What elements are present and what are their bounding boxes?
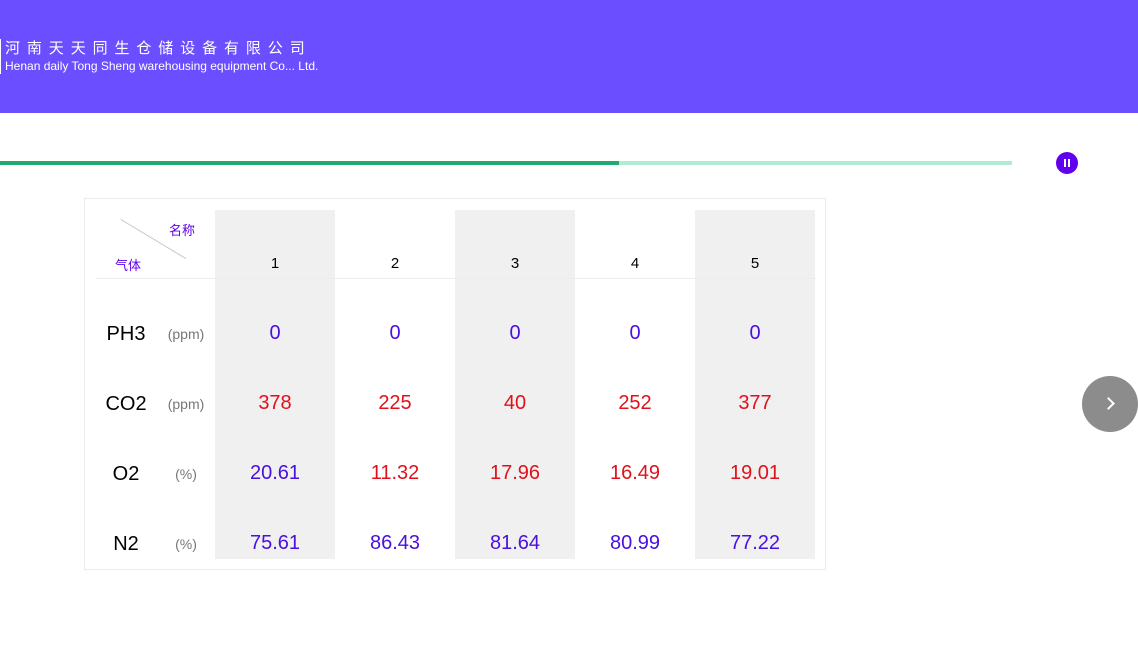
table-cell: 16.49 (609, 462, 661, 484)
column-header: 2 (390, 255, 400, 272)
table-cell: 19.01 (729, 462, 781, 484)
column-header: 1 (270, 255, 280, 272)
row-gas-unit: (%) (175, 466, 197, 482)
corner-gas-label: 气体 (115, 258, 142, 273)
carousel-progress-track (0, 161, 1012, 165)
row-gas-name: N2 (113, 533, 139, 555)
table-cell: 252 (618, 392, 652, 414)
table-cell: 86.43 (369, 532, 421, 554)
app-header: 河南天天同生仓储设备有限公司 Henan daily Tong Sheng wa… (0, 0, 1138, 113)
table-cell: 75.61 (249, 532, 301, 554)
column-header: 3 (510, 255, 520, 272)
carousel-progress-fill (0, 161, 620, 165)
table-cell: 40 (503, 392, 527, 414)
column-header: 4 (630, 255, 640, 272)
row-gas-unit: (ppm) (167, 326, 205, 342)
row-gas-name: O2 (112, 463, 140, 485)
table-cell: 11.32 (370, 462, 420, 484)
gas-table-card: 名称 气体 1 2 3 4 5 PH3 (ppm) 0 0 0 0 0 CO2 … (84, 198, 826, 570)
table-cell: 81.64 (489, 532, 541, 554)
corner-name-label: 名称 (169, 223, 196, 238)
table-cell: 0 (389, 322, 401, 344)
column-header: 5 (750, 255, 760, 272)
table-cell: 77.22 (729, 532, 781, 554)
row-gas-unit: (ppm) (167, 396, 205, 412)
row-gas-name: CO2 (105, 393, 147, 415)
table-cell: 0 (629, 322, 641, 344)
row-gas-name: PH3 (106, 323, 146, 345)
header-divider (96, 278, 816, 279)
company-logo: 河南天天同生仓储设备有限公司 Henan daily Tong Sheng wa… (0, 39, 318, 74)
table-cell: 17.96 (489, 462, 541, 484)
table-cell: 0 (749, 322, 761, 344)
company-name-en: Henan daily Tong Sheng warehousing equip… (5, 59, 319, 73)
table-cell: 20.61 (249, 462, 301, 484)
table-cell: 80.99 (609, 532, 661, 554)
company-name-cn: 河南天天同生仓储设备有限公司 (5, 40, 312, 57)
row-gas-unit: (%) (175, 536, 197, 552)
table-cell: 0 (509, 322, 521, 344)
table-cell: 377 (738, 392, 772, 414)
table-cell: 0 (269, 322, 281, 344)
chevron-right-icon[interactable] (1082, 376, 1138, 432)
table-cell: 378 (258, 392, 292, 414)
pause-icon[interactable] (1056, 152, 1078, 174)
table-cell: 225 (378, 392, 412, 414)
